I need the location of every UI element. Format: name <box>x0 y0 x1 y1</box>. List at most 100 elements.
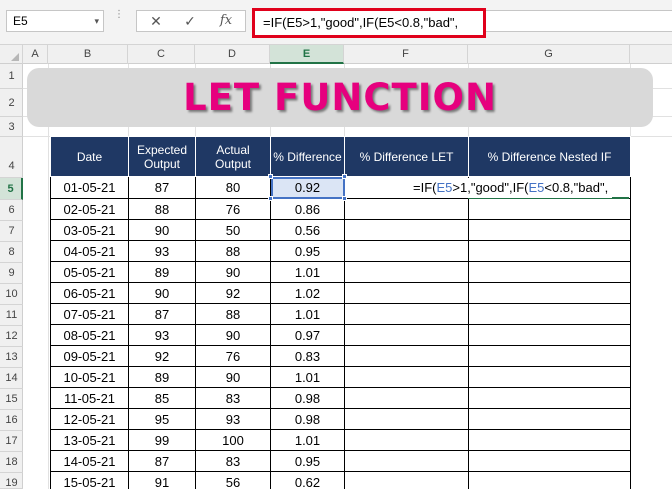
column-header-f[interactable]: F <box>344 45 468 64</box>
insert-function-icon[interactable]: fx <box>211 11 241 31</box>
percent-difference-nested-if-cell[interactable] <box>468 219 631 241</box>
expected-output-cell[interactable]: 87 <box>128 176 196 199</box>
percent-difference-nested-if-cell[interactable] <box>468 198 631 220</box>
actual-output-cell[interactable]: 80 <box>195 176 271 199</box>
percent-difference-cell[interactable]: 0.95 <box>270 240 345 262</box>
selection-handle[interactable] <box>268 196 273 201</box>
row-header[interactable]: 7 <box>0 221 23 242</box>
percent-difference-let-cell[interactable] <box>344 219 469 241</box>
row-header[interactable]: 11 <box>0 305 23 326</box>
percent-difference-nested-if-cell[interactable] <box>468 471 631 489</box>
expected-output-cell[interactable]: 88 <box>128 198 196 220</box>
selection-handle[interactable] <box>342 196 347 201</box>
percent-difference-nested-if-cell[interactable] <box>468 408 631 430</box>
date-cell[interactable]: 14-05-21 <box>50 450 129 472</box>
header-expected-output[interactable]: Expected Output <box>128 136 196 177</box>
column-header-d[interactable]: D <box>195 45 270 64</box>
header-percent-difference[interactable]: % Difference <box>270 136 345 177</box>
actual-output-cell[interactable]: 56 <box>195 471 271 489</box>
percent-difference-let-cell[interactable] <box>344 345 469 367</box>
row-header[interactable]: 17 <box>0 431 23 452</box>
percent-difference-cell[interactable]: 1.02 <box>270 282 345 304</box>
percent-difference-nested-if-cell[interactable] <box>468 429 631 451</box>
row-header[interactable]: 6 <box>0 200 23 221</box>
enter-icon[interactable]: ✓ <box>175 11 205 31</box>
percent-difference-cell[interactable]: 0.98 <box>270 408 345 430</box>
row-header[interactable]: 18 <box>0 452 23 473</box>
header-percent-difference-let[interactable]: % Difference LET <box>344 136 469 177</box>
row-header[interactable]: 5 <box>0 178 23 200</box>
date-cell[interactable]: 11-05-21 <box>50 387 129 409</box>
column-header-c[interactable]: C <box>128 45 195 64</box>
date-cell[interactable]: 05-05-21 <box>50 261 129 283</box>
date-cell[interactable]: 09-05-21 <box>50 345 129 367</box>
actual-output-cell[interactable]: 88 <box>195 303 271 325</box>
percent-difference-let-cell[interactable] <box>344 429 469 451</box>
select-all-button[interactable] <box>0 45 23 64</box>
percent-difference-cell[interactable]: 0.98 <box>270 387 345 409</box>
percent-difference-let-cell[interactable] <box>344 198 469 220</box>
date-cell[interactable]: 04-05-21 <box>50 240 129 262</box>
date-cell[interactable]: 03-05-21 <box>50 219 129 241</box>
percent-difference-nested-if-cell[interactable] <box>468 324 631 346</box>
expected-output-cell[interactable]: 89 <box>128 366 196 388</box>
percent-difference-let-cell[interactable] <box>344 261 469 283</box>
percent-difference-nested-if-cell[interactable] <box>468 240 631 262</box>
date-cell[interactable]: 15-05-21 <box>50 471 129 489</box>
actual-output-cell[interactable]: 100 <box>195 429 271 451</box>
actual-output-cell[interactable]: 83 <box>195 387 271 409</box>
row-header[interactable]: 1 <box>0 64 23 89</box>
header-percent-difference-nested-if[interactable]: % Difference Nested IF <box>468 136 631 177</box>
row-header[interactable]: 15 <box>0 389 23 410</box>
actual-output-cell[interactable]: 76 <box>195 198 271 220</box>
row-header[interactable]: 8 <box>0 242 23 263</box>
date-cell[interactable]: 10-05-21 <box>50 366 129 388</box>
column-header-e[interactable]: E <box>270 45 344 64</box>
percent-difference-cell[interactable]: 1.01 <box>270 261 345 283</box>
expected-output-cell[interactable]: 90 <box>128 219 196 241</box>
actual-output-cell[interactable]: 90 <box>195 324 271 346</box>
percent-difference-cell[interactable]: 0.95 <box>270 450 345 472</box>
selection-handle[interactable] <box>268 174 273 179</box>
actual-output-cell[interactable]: 93 <box>195 408 271 430</box>
expected-output-cell[interactable]: 93 <box>128 240 196 262</box>
percent-difference-nested-if-cell[interactable] <box>468 366 631 388</box>
column-header-a[interactable]: A <box>23 45 48 64</box>
percent-difference-cell[interactable]: 0.97 <box>270 324 345 346</box>
more-options-icon[interactable]: ⋮ <box>114 10 124 30</box>
date-cell[interactable]: 13-05-21 <box>50 429 129 451</box>
percent-difference-let-cell[interactable] <box>344 303 469 325</box>
row-header[interactable]: 16 <box>0 410 23 431</box>
row-header[interactable]: 3 <box>0 117 23 137</box>
percent-difference-nested-if-cell[interactable] <box>468 282 631 304</box>
row-header[interactable]: 10 <box>0 284 23 305</box>
row-header[interactable]: 9 <box>0 263 23 284</box>
percent-difference-cell[interactable]: 1.01 <box>270 303 345 325</box>
column-header-b[interactable]: B <box>48 45 128 64</box>
actual-output-cell[interactable]: 76 <box>195 345 271 367</box>
expected-output-cell[interactable]: 93 <box>128 324 196 346</box>
percent-difference-let-cell[interactable] <box>344 471 469 489</box>
row-header[interactable]: 12 <box>0 326 23 347</box>
chevron-down-icon[interactable]: ▾ <box>94 11 99 31</box>
expected-output-cell[interactable]: 95 <box>128 408 196 430</box>
expected-output-cell[interactable]: 87 <box>128 450 196 472</box>
date-cell[interactable]: 08-05-21 <box>50 324 129 346</box>
percent-difference-cell[interactable]: 0.83 <box>270 345 345 367</box>
actual-output-cell[interactable]: 90 <box>195 261 271 283</box>
actual-output-cell[interactable]: 83 <box>195 450 271 472</box>
row-header[interactable]: 14 <box>0 368 23 389</box>
actual-output-cell[interactable]: 50 <box>195 219 271 241</box>
expected-output-cell[interactable]: 85 <box>128 387 196 409</box>
percent-difference-nested-if-cell[interactable] <box>468 450 631 472</box>
percent-difference-nested-if-cell[interactable] <box>468 345 631 367</box>
row-header[interactable]: 4 <box>0 137 23 178</box>
row-header[interactable]: 19 <box>0 473 23 489</box>
date-cell[interactable]: 07-05-21 <box>50 303 129 325</box>
actual-output-cell[interactable]: 92 <box>195 282 271 304</box>
date-cell[interactable]: 01-05-21 <box>50 176 129 199</box>
percent-difference-cell[interactable]: 1.01 <box>270 366 345 388</box>
formula-input[interactable]: =IF(E5>1,"good",IF(E5<0.8,"bad", <box>252 8 486 38</box>
percent-difference-let-cell[interactable] <box>344 282 469 304</box>
in-cell-formula-editor[interactable]: =IF(E5>1,"good",IF(E5<0.8,"bad", <box>413 178 613 198</box>
